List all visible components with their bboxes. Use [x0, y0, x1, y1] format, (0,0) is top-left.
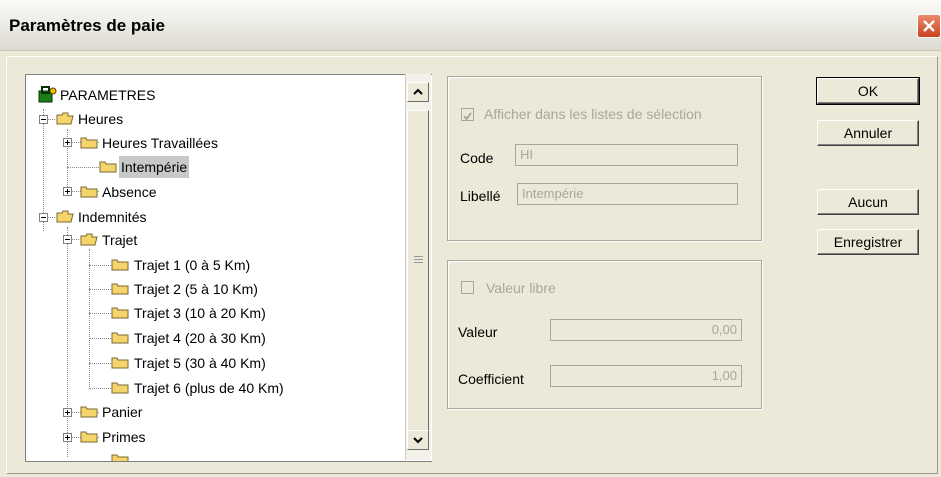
tree-label-trajet-4: Trajet 4 (20 à 30 Km) [134, 330, 266, 346]
code-label: Code [460, 150, 494, 166]
tree-label-trajet-3: Trajet 3 (10 à 20 Km) [134, 305, 266, 321]
tree-label-parametres: PARAMETRES [60, 87, 156, 103]
expand-panier-icon[interactable] [63, 408, 72, 417]
libelle-label: Libellé [460, 188, 501, 204]
folder-icon [111, 332, 129, 344]
valeur-libre-checkbox[interactable] [461, 281, 474, 294]
folder-icon [80, 137, 98, 149]
show-in-lists-label: Afficher dans les listes de sélection [484, 106, 702, 122]
tree-label-indemnites: Indemnités [78, 209, 147, 225]
tree-label-heures: Heures [78, 111, 124, 127]
tree-label-panier: Panier [102, 404, 143, 420]
folder-icon [99, 161, 117, 173]
tree-label-trajet: Trajet [102, 232, 138, 248]
scroll-thumb[interactable] [407, 110, 429, 446]
tree-label-trajet-2: Trajet 2 (5 à 10 Km) [134, 281, 258, 297]
tree-label-heures-travaillees: Heures Travaillées [102, 135, 218, 151]
close-button[interactable] [917, 14, 941, 38]
tree-label-primes: Primes [102, 429, 146, 445]
chevron-down-icon [413, 437, 423, 444]
folder-icon [80, 431, 98, 443]
root-settings-icon [38, 86, 57, 103]
parameters-tree[interactable]: PARAMETRES Heures Heures Travaillées Int… [25, 74, 432, 462]
title-bar: Paramètres de paie [0, 0, 941, 51]
cancel-button[interactable]: Annuler [817, 120, 919, 146]
tree-label-trajet-1: Trajet 1 (0 à 5 Km) [134, 257, 251, 273]
save-button[interactable]: Enregistrer [817, 229, 919, 255]
tree-label-intemperie: Intempérie [119, 156, 190, 178]
valeur-field[interactable]: 0,00 [550, 319, 742, 341]
folder-open-icon [80, 233, 98, 246]
close-icon [923, 20, 935, 32]
libelle-field[interactable]: Intempérie [517, 183, 738, 205]
tree-label-absence: Absence [102, 184, 157, 200]
folder-icon [111, 382, 129, 394]
valeur-label: Valeur [458, 324, 498, 340]
folder-icon [111, 307, 129, 319]
tree-label-trajet-6: Trajet 6 (plus de 40 Km) [134, 380, 284, 396]
expand-absence-icon[interactable] [63, 187, 72, 196]
code-field[interactable]: HI [515, 144, 738, 166]
valeur-libre-label: Valeur libre [486, 280, 556, 296]
collapse-trajet-icon[interactable] [63, 235, 72, 244]
ok-button[interactable]: OK [816, 77, 920, 105]
folder-icon [111, 283, 129, 295]
folder-icon [111, 454, 129, 461]
expand-primes-icon[interactable] [63, 433, 72, 442]
show-in-lists-checkbox[interactable] [461, 108, 474, 121]
coefficient-field[interactable]: 1,00 [550, 365, 742, 387]
scroll-down-button[interactable] [407, 430, 429, 450]
coefficient-label: Coefficient [458, 371, 524, 387]
folder-icon [111, 259, 129, 271]
folder-open-icon [56, 210, 74, 223]
collapse-indemnites-icon[interactable] [39, 213, 48, 222]
folder-icon [111, 357, 129, 369]
none-button[interactable]: Aucun [817, 189, 919, 215]
scroll-up-button[interactable] [407, 82, 429, 102]
tree-scrollbar[interactable] [405, 74, 431, 460]
folder-icon [80, 186, 98, 198]
tree-label-trajet-5: Trajet 5 (30 à 40 Km) [134, 355, 266, 371]
folder-open-icon [56, 112, 74, 125]
window-title: Paramètres de paie [9, 16, 165, 35]
chevron-up-icon [413, 88, 423, 95]
expand-heures-travaillees-icon[interactable] [63, 138, 72, 147]
check-icon [463, 112, 472, 121]
folder-icon [80, 406, 98, 418]
collapse-heures-icon[interactable] [39, 115, 48, 124]
